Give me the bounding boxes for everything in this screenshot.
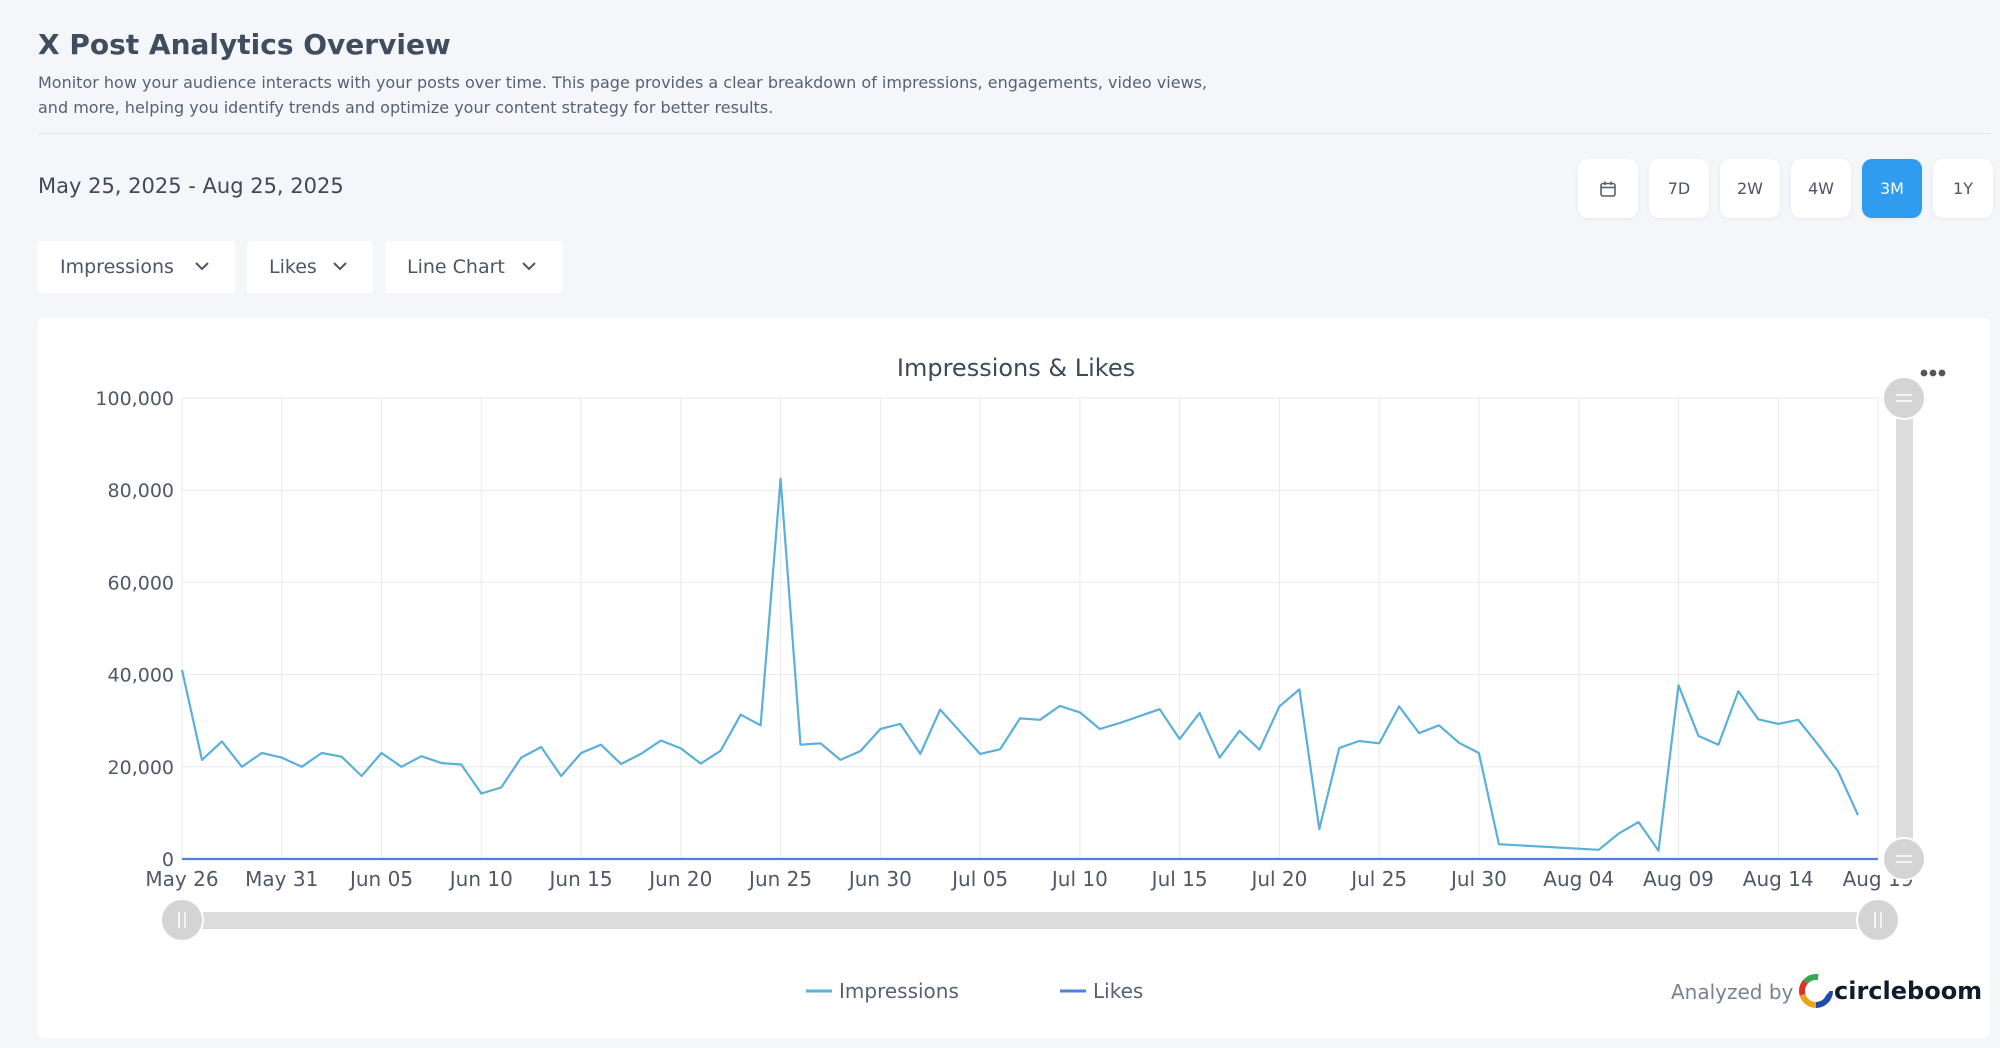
x-tick-label: Aug 14 xyxy=(1743,867,1814,891)
zoom-slider-track[interactable] xyxy=(182,912,1878,929)
chevron-down-icon xyxy=(518,255,540,277)
legend-impressions-label: Impressions xyxy=(839,979,959,1003)
circleboom-brand: circleboom xyxy=(1834,977,1982,1005)
y-zoom-slider-bottom-handle[interactable] xyxy=(1883,838,1925,880)
metric2-dropdown[interactable]: Likes xyxy=(247,241,373,293)
chart-title: Impressions & Likes xyxy=(897,354,1135,382)
x-tick-label: Jul 10 xyxy=(1050,867,1108,891)
x-tick-label: Jul 25 xyxy=(1349,867,1407,891)
calendar-button[interactable] xyxy=(1578,159,1638,218)
chevron-down-icon xyxy=(191,255,213,277)
x-tick-label: Jun 10 xyxy=(448,867,513,891)
range-button-4w[interactable]: 4W xyxy=(1791,159,1851,218)
y-tick-label: 60,000 xyxy=(108,572,174,594)
series-line-impressions xyxy=(182,479,1858,851)
y-tick-label: 40,000 xyxy=(108,665,174,687)
x-tick-label: Jun 30 xyxy=(847,867,912,891)
x-tick-label: May 26 xyxy=(145,867,218,891)
chart-type-dropdown[interactable]: Line Chart xyxy=(385,241,562,293)
more-horizontal-icon[interactable] xyxy=(1921,370,1946,377)
chart-card: Impressions & Likes 020,00040,00060,0008… xyxy=(38,318,1990,1038)
x-tick-label: Jun 05 xyxy=(348,867,413,891)
zoom-slider-start-handle[interactable] xyxy=(161,899,203,941)
circleboom-logo xyxy=(1802,977,1830,1005)
range-button-2w[interactable]: 2W xyxy=(1720,159,1780,218)
header-divider xyxy=(38,133,1990,134)
legend-likes[interactable]: Likes xyxy=(1060,979,1143,1003)
x-tick-label: Jun 15 xyxy=(548,867,613,891)
y-zoom-slider-track[interactable] xyxy=(1896,398,1913,859)
zoom-slider-end-handle[interactable] xyxy=(1857,899,1899,941)
impressions-likes-chart: Impressions & Likes 020,00040,00060,0008… xyxy=(38,318,1990,1038)
y-zoom-slider-top-handle[interactable] xyxy=(1883,377,1925,419)
x-tick-label: Jul 30 xyxy=(1449,867,1507,891)
x-tick-label: Jun 25 xyxy=(747,867,812,891)
x-tick-label: Jun 20 xyxy=(647,867,712,891)
chart-type-dropdown-label: Line Chart xyxy=(407,256,505,278)
x-tick-label: Jul 05 xyxy=(950,867,1008,891)
x-tick-label: Aug 04 xyxy=(1543,867,1614,891)
page-description: Monitor how your audience interacts with… xyxy=(38,70,1218,120)
x-tick-label: Jul 20 xyxy=(1249,867,1307,891)
x-tick-label: Aug 09 xyxy=(1643,867,1714,891)
range-button-3m[interactable]: 3M xyxy=(1862,159,1922,218)
page-title: X Post Analytics Overview xyxy=(38,28,451,61)
x-tick-label: May 31 xyxy=(245,867,318,891)
legend-impressions[interactable]: Impressions xyxy=(806,979,959,1003)
y-tick-label: 20,000 xyxy=(108,757,174,779)
x-tick-label: Jul 15 xyxy=(1150,867,1208,891)
legend-likes-label: Likes xyxy=(1093,979,1143,1003)
range-button-7d[interactable]: 7D xyxy=(1649,159,1709,218)
y-tick-label: 100,000 xyxy=(95,388,174,410)
calendar-icon xyxy=(1598,179,1618,199)
chevron-down-icon xyxy=(329,255,351,277)
metric2-dropdown-label: Likes xyxy=(269,256,317,278)
metric1-dropdown-label: Impressions xyxy=(60,256,174,278)
metric1-dropdown[interactable]: Impressions xyxy=(38,241,235,293)
y-tick-label: 80,000 xyxy=(108,480,174,502)
date-range-label: May 25, 2025 - Aug 25, 2025 xyxy=(38,174,344,198)
range-button-1y[interactable]: 1Y xyxy=(1933,159,1993,218)
analyzed-by-label: Analyzed by xyxy=(1671,980,1794,1004)
